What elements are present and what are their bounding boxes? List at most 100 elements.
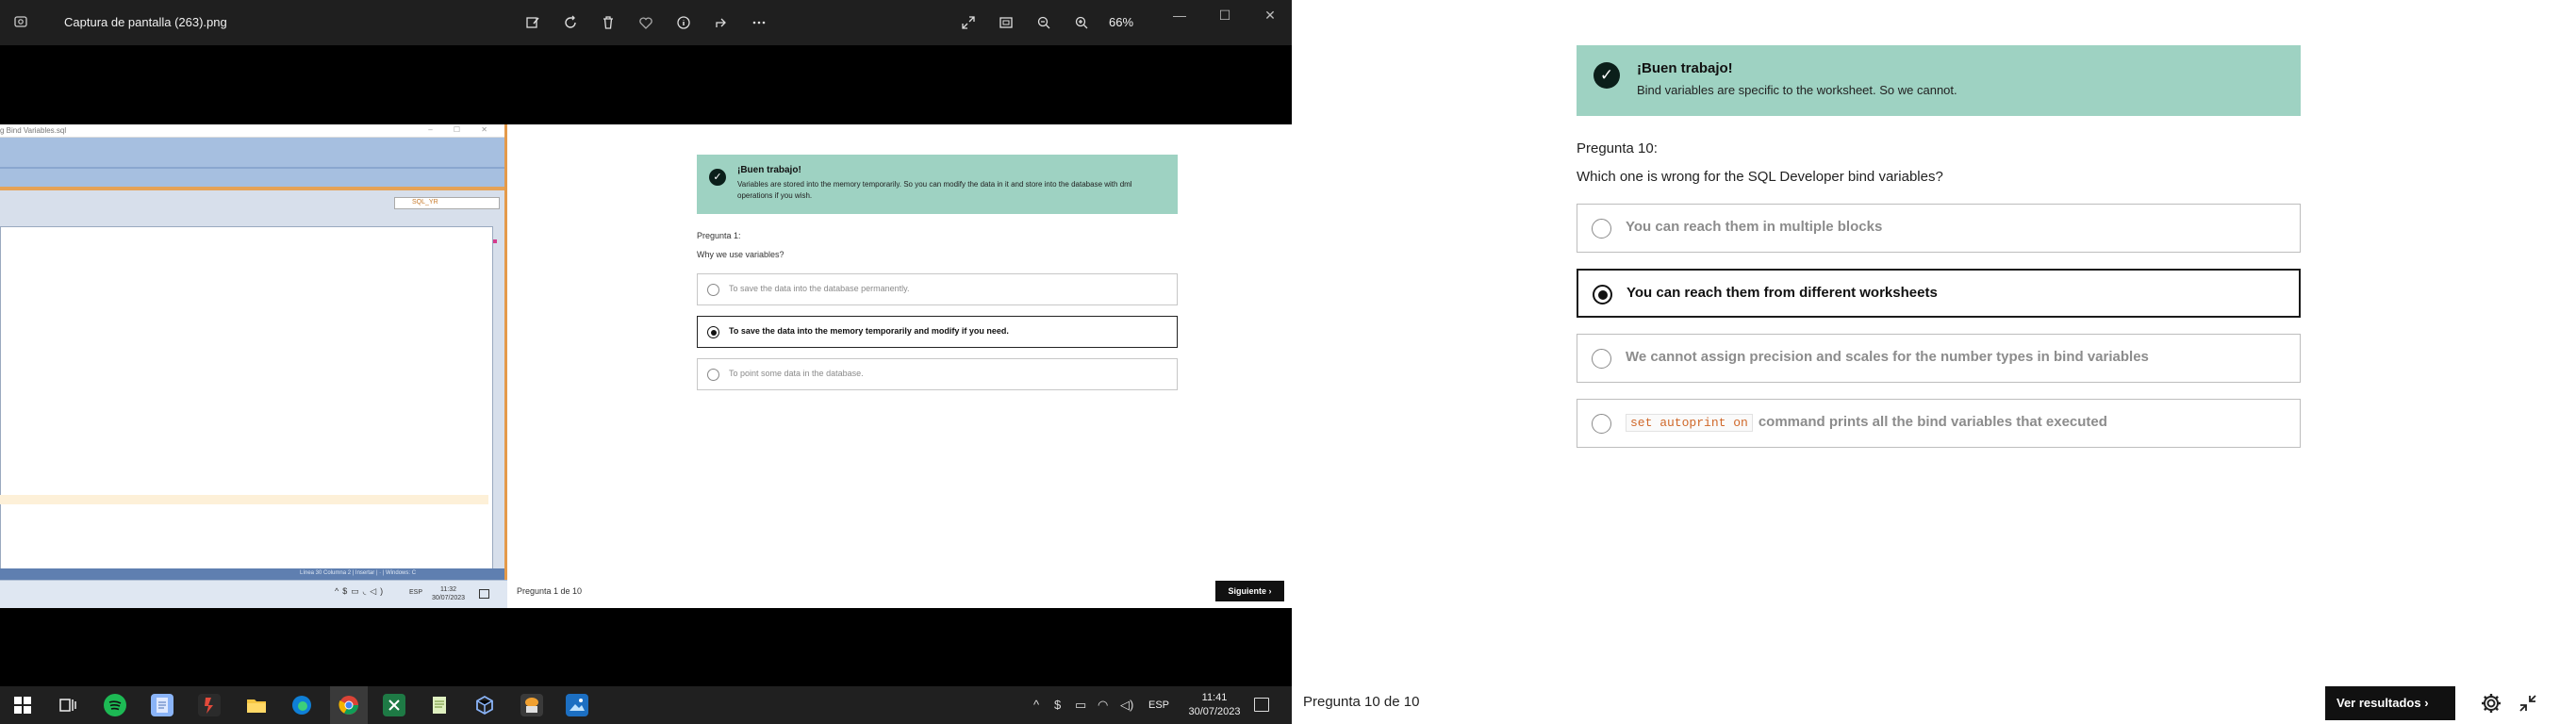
option-label: To save the data into the memory tempora… <box>729 326 1009 336</box>
notepad-plus-icon[interactable] <box>428 694 451 716</box>
view-results-button[interactable]: Ver resultados › <box>2325 686 2455 720</box>
quiz-page: ✓ ¡Buen trabajo! Bind variables are spec… <box>1292 0 2576 724</box>
option-label: You can reach them in multiple blocks <box>1626 219 1883 235</box>
fit-icon[interactable] <box>996 12 1016 33</box>
next-button[interactable]: Siguiente › <box>1215 581 1284 601</box>
input-language[interactable]: ESP <box>1148 699 1169 711</box>
inner-tray-icons: ^$▭◟◁) <box>335 586 388 596</box>
radio-button[interactable] <box>707 369 719 381</box>
start-icon[interactable] <box>11 694 34 716</box>
option-label: To save the data into the database perma… <box>729 284 910 293</box>
edit-icon[interactable] <box>522 12 543 33</box>
exit-fullscreen-icon[interactable] <box>2518 694 2537 713</box>
system-clock[interactable]: 11:41 30/07/2023 <box>1186 691 1243 719</box>
answer-option[interactable]: We cannot assign precision and scales fo… <box>1577 334 2301 383</box>
connection-select[interactable]: SQL_YR <box>394 197 500 209</box>
option-label: set autoprint on command prints all the b… <box>1626 414 2107 432</box>
check-icon: ✓ <box>709 169 726 186</box>
photos-app-icon <box>13 14 28 29</box>
inner-date: 30/07/2023 <box>432 595 466 601</box>
fullscreen-icon[interactable] <box>958 12 979 33</box>
sql-worksheet-editor[interactable] <box>0 226 493 592</box>
zoom-level[interactable]: 66% <box>1109 15 1133 29</box>
answer-option[interactable]: You can reach them in multiple blocks <box>1577 204 2301 253</box>
quiz-panel-small: ✓ ¡Buen trabajo! Variables are stored in… <box>507 124 1292 608</box>
question-number: Pregunta 1: <box>697 231 741 240</box>
chrome-icon[interactable] <box>338 694 360 716</box>
rotate-icon[interactable] <box>560 12 581 33</box>
inner-taskbar: ^$▭◟◁) ESP 11:32 30/07/2023 <box>0 580 507 608</box>
inner-clock: 11:32 30/07/2023 <box>432 585 465 602</box>
close-button[interactable]: ✕ <box>1260 8 1280 25</box>
answer-option[interactable]: To point some data in the database. <box>697 358 1178 390</box>
question-progress: Pregunta 10 de 10 <box>1303 694 1420 710</box>
feedback-banner: ✓ ¡Buen trabajo! Variables are stored in… <box>697 155 1178 214</box>
feedback-title: ¡Buen trabajo! <box>737 165 801 175</box>
more-icon[interactable] <box>749 12 769 33</box>
displayed-screenshot: g Bind Variables.sql – ☐ ✕ SQL_YR Línea … <box>0 124 1292 608</box>
maximize-button[interactable]: ☐ <box>1214 8 1235 25</box>
radio-button-selected[interactable] <box>707 326 719 338</box>
option-label: You can reach them from different worksh… <box>1627 285 1938 301</box>
photos-icon[interactable] <box>566 694 588 716</box>
option-label: To point some data in the database. <box>729 369 864 378</box>
answer-option-selected[interactable]: To save the data into the memory tempora… <box>697 316 1178 348</box>
delete-icon[interactable] <box>598 12 619 33</box>
inner-time: 11:32 <box>440 586 457 593</box>
gear-icon[interactable] <box>2480 692 2502 715</box>
answer-option-selected[interactable]: You can reach them from different worksh… <box>1577 269 2301 318</box>
currency-icon[interactable]: $ <box>1054 698 1061 712</box>
zoom-out-icon[interactable] <box>1033 12 1054 33</box>
zoom-in-icon[interactable] <box>1071 12 1092 33</box>
favorite-icon[interactable] <box>636 12 656 33</box>
windows-taskbar: ^ $ ▭ ◠ ◁) ESP 11:41 30/07/2023 <box>0 686 1292 724</box>
viewer-toolbar: Captura de pantalla (263).png 66% — ☐ ✕ <box>0 0 1292 45</box>
viewer-filename: Captura de pantalla (263).png <box>64 15 227 29</box>
photo-viewer-window: Captura de pantalla (263).png 66% — ☐ ✕ … <box>0 0 1292 724</box>
minimize-button[interactable]: — <box>1169 8 1190 25</box>
edge-icon[interactable] <box>290 694 313 716</box>
file-explorer-icon[interactable] <box>245 694 268 716</box>
sql-developer-window: g Bind Variables.sql – ☐ ✕ SQL_YR Línea … <box>0 124 507 608</box>
inner-notification-icon <box>479 589 489 599</box>
inner-lang: ESP <box>409 589 423 596</box>
info-icon[interactable] <box>673 12 694 33</box>
question-number: Pregunta 10: <box>1577 140 1658 156</box>
radio-button[interactable] <box>1592 349 1611 369</box>
sqldev-title: g Bind Variables.sql <box>0 126 67 135</box>
sqldev-toolbar-area <box>0 138 504 187</box>
option-label-text: command prints all the bind variables th… <box>1758 414 2107 430</box>
feedback-text: Bind variables are specific to the works… <box>1637 83 1957 97</box>
sqldev-statusbar: Línea 30 Columna 2 | Insertar | · | Wind… <box>0 568 504 580</box>
question-text: Which one is wrong for the SQL Developer… <box>1577 169 1943 185</box>
notification-center-icon[interactable] <box>1254 698 1269 712</box>
feedback-banner: ✓ ¡Buen trabajo! Bind variables are spec… <box>1577 45 2301 116</box>
answer-option[interactable]: To save the data into the database perma… <box>697 273 1178 305</box>
battery-icon[interactable]: ▭ <box>1075 698 1086 713</box>
show-hidden-icons-icon[interactable]: ^ <box>1033 698 1039 712</box>
question-text: Why we use variables? <box>697 250 784 259</box>
clock-time: 11:41 <box>1201 692 1228 703</box>
radio-button[interactable] <box>1592 219 1611 239</box>
sqldev-titlebar: g Bind Variables.sql – ☐ ✕ <box>0 124 504 138</box>
answer-option[interactable]: set autoprint on command prints all the b… <box>1577 399 2301 448</box>
feedback-title: ¡Buen trabajo! <box>1637 60 1733 76</box>
radio-button-selected[interactable] <box>1593 285 1612 304</box>
sqldev-divider <box>0 167 504 169</box>
volume-icon[interactable]: ◁) <box>1120 698 1133 713</box>
excel-icon[interactable] <box>383 694 405 716</box>
app-icon[interactable] <box>198 694 221 716</box>
network-icon[interactable]: ◠ <box>1098 698 1108 713</box>
spotify-icon[interactable] <box>104 694 126 716</box>
code-snippet: set autoprint on <box>1626 414 1753 432</box>
radio-button[interactable] <box>707 284 719 296</box>
feedback-text: Variables are stored into the memory tem… <box>737 180 1132 200</box>
sql-developer-icon[interactable] <box>520 694 543 716</box>
task-view-icon[interactable] <box>57 694 79 716</box>
radio-button[interactable] <box>1592 414 1611 434</box>
notepad-icon[interactable] <box>151 694 173 716</box>
share-icon[interactable] <box>711 12 732 33</box>
check-icon: ✓ <box>1593 62 1620 89</box>
option-label: We cannot assign precision and scales fo… <box>1626 349 2149 365</box>
virtualbox-icon[interactable] <box>473 694 496 716</box>
